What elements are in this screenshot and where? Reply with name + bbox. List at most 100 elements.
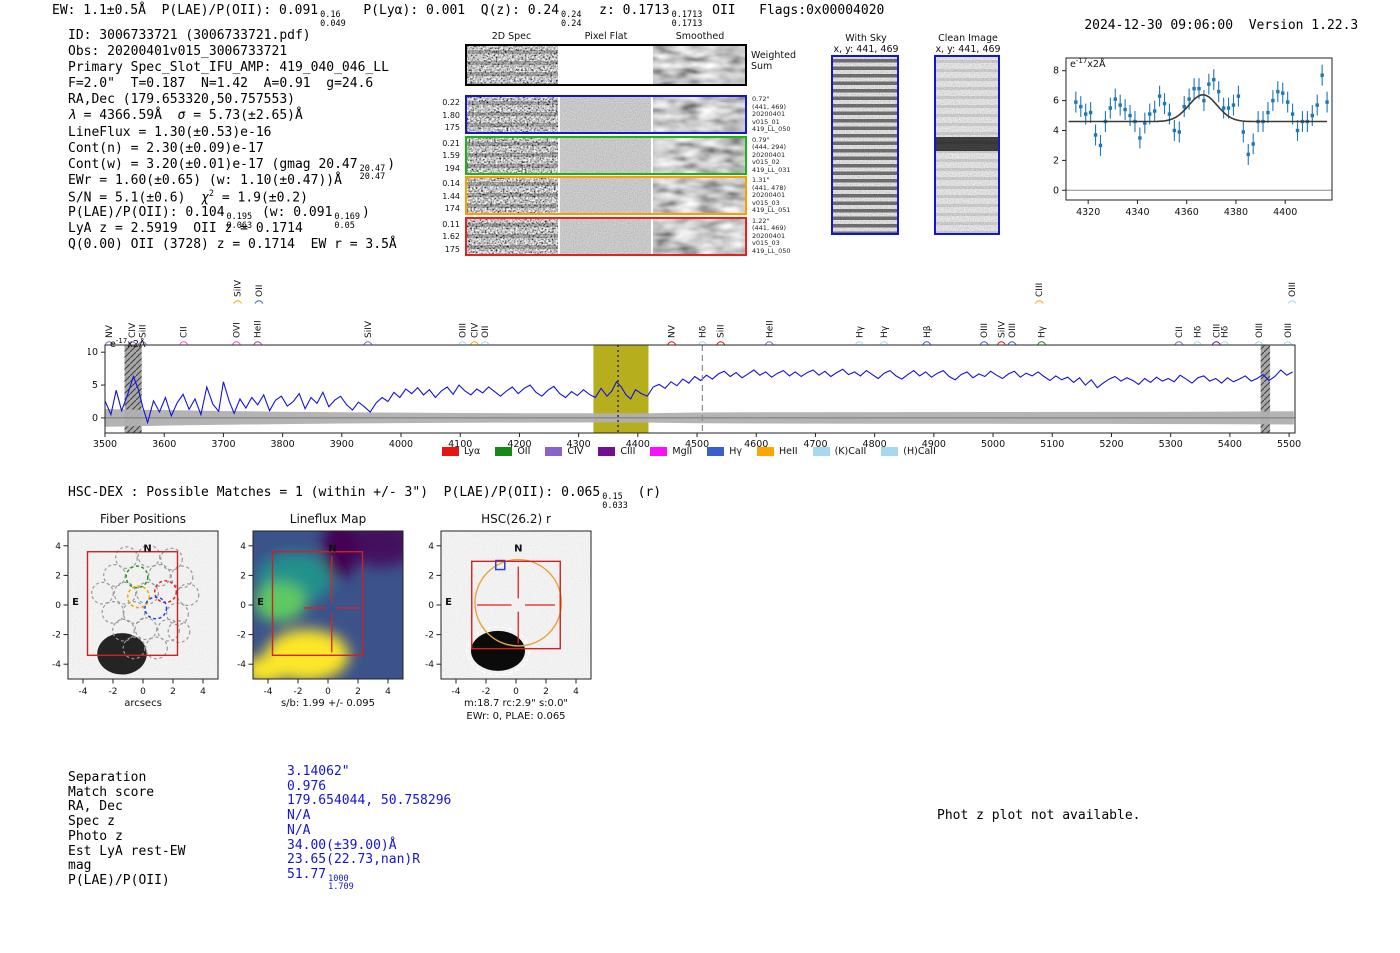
svg-text:SiIV: SiIV <box>364 320 374 338</box>
col-title-2dspec: 2D Spec <box>491 31 532 42</box>
info-line: LineFlux = 1.30(±0.53)e-16 <box>68 124 272 140</box>
emission-line-label: Hβ <box>922 325 933 345</box>
fiber-row-weights: 0.21 1.59 194 <box>442 138 460 173</box>
svg-text:5400: 5400 <box>1218 439 1242 450</box>
elixer-report-page: EW: 1.1±0.5Å P(LAE)/P(OII): 0.091 0.16 0.0… <box>0 0 1400 953</box>
emission-line-label: OIII <box>1283 323 1294 345</box>
svg-text:0: 0 <box>92 413 98 424</box>
spec2d-panel <box>467 137 558 173</box>
legend-item: CIV <box>545 446 583 457</box>
lineflux-map-title: Lineflux Map <box>289 512 367 526</box>
emission-line-label: SiIV <box>233 279 244 304</box>
emission-line-label: SiIV <box>996 320 1007 345</box>
fiber-row-info: 1.31" (441, 478) 20200401 v015_03 419_LL_051 <box>752 176 791 215</box>
svg-text:2: 2 <box>428 571 434 581</box>
summary-header: EW: 1.1±0.5Å P(LAE)/P(OII): 0.091 0.16 0.0… <box>52 3 885 29</box>
svg-text:0: 0 <box>240 601 246 611</box>
emission-line-label: HeII <box>253 320 264 345</box>
spec2d-panel <box>467 178 558 213</box>
legend-swatch <box>707 447 725 456</box>
withsky-title: With Sky x, y: 441, 469 <box>833 33 899 55</box>
pixelflat-panel <box>560 178 651 213</box>
svg-text:-4: -4 <box>264 687 273 697</box>
svg-text:5200: 5200 <box>1099 439 1123 450</box>
spec2d-panel <box>467 46 558 84</box>
fiber-row-weights: 0.11 1.62 175 <box>442 219 460 254</box>
svg-text:Hδ: Hδ <box>1221 325 1231 338</box>
emission-line-label: SiIV <box>363 320 374 345</box>
clean-image <box>934 55 1000 235</box>
svg-text:Hγ: Hγ <box>880 325 890 338</box>
svg-text:-2: -2 <box>109 687 118 697</box>
emission-line-label: CIII <box>1034 283 1045 304</box>
emission-line-label: OIII <box>1007 323 1018 345</box>
svg-text:4340: 4340 <box>1125 207 1149 218</box>
info-line: λ = 4366.59Å σ = 5.73(±2.65)Å <box>68 108 303 124</box>
svg-text:6: 6 <box>1053 96 1059 107</box>
legend-swatch <box>757 447 774 456</box>
svg-text:0: 0 <box>513 687 519 697</box>
fiber-row-info: 0.79" (444, 294) 20200401 v015_02 419_LL_031 <box>752 135 791 174</box>
emission-line-label: OIII <box>1254 323 1265 345</box>
emission-line-label: OII <box>254 285 265 304</box>
svg-text:-2: -2 <box>52 631 61 641</box>
info-line: P(LAE)/P(OII): 0.104 0.195 0.063 (w: 0.091… <box>68 205 370 231</box>
info-line: Cont(w) = 3.20(±0.01)e-17 (gmag 20.47 20.… <box>68 156 396 183</box>
fiber-row-info: 1.22" (441, 469) 20200401 v015_03 419_LL_050 <box>752 216 791 255</box>
fiber-positions-title: Fiber Positions <box>99 512 187 526</box>
svg-text:CII: CII <box>1175 326 1185 338</box>
fiber-row-strip <box>465 135 747 175</box>
legend-item: Lyα <box>442 446 480 457</box>
match-field-value: 23.65(22.73,nan)R <box>287 852 421 868</box>
pixelflat-panel <box>560 46 651 84</box>
svg-text:OIII: OIII <box>1284 323 1294 338</box>
svg-text:-2: -2 <box>482 687 491 697</box>
info-line: Q(0.00) OII (3728) z = 0.1714 EW r = 3.5… <box>68 237 397 253</box>
match-table-values: 3.14062" 0.976 179.654044, 50.758296 N/A N/A… <box>287 764 452 892</box>
match-field-label: Photo z <box>68 828 123 844</box>
svg-text:-4: -4 <box>79 687 88 697</box>
match-field-value: 179.654044, 50.758296 <box>287 793 452 809</box>
legend-swatch <box>881 447 899 456</box>
spec2d-panel <box>467 218 558 254</box>
svg-text:Hγ: Hγ <box>1038 325 1048 338</box>
match-field-value: N/A <box>287 822 311 838</box>
legend-item: CIII <box>598 446 635 457</box>
svg-text:CII: CII <box>180 326 190 338</box>
legend-swatch <box>545 447 563 456</box>
col-title-pixelflat: Pixel Flat <box>584 31 628 42</box>
info-line: S/N = 5.1(±0.6) χ2 = 1.9(±0.2) <box>68 188 308 206</box>
match-field-value: N/A <box>287 808 311 824</box>
svg-text:Hδ: Hδ <box>698 325 708 338</box>
legend-item: MgII <box>650 446 692 457</box>
emission-line-label: OIII <box>458 323 469 345</box>
info-line: EWr = 1.60(±0.65) (w: 1.10(±0.47))Å <box>68 172 342 188</box>
svg-text:SiIV: SiIV <box>997 320 1007 338</box>
svg-text:N: N <box>514 544 522 555</box>
svg-text:4360: 4360 <box>1175 207 1199 218</box>
info-line: Primary Spec_Slot_IFU_AMP: 419_040_046_L… <box>68 60 389 76</box>
emission-line-label: Hγ <box>1037 325 1048 345</box>
svg-text:0: 0 <box>140 687 146 697</box>
svg-text:SiII: SiII <box>717 324 727 338</box>
emission-line-label: CII <box>179 326 190 345</box>
emission-line-label: Hγ <box>879 325 890 345</box>
weighted-sum-strip <box>465 44 747 86</box>
svg-text:3700: 3700 <box>211 439 235 450</box>
smoothed-panel <box>653 46 745 84</box>
match-field-label: P(LAE)/P(OII) <box>68 872 170 888</box>
info-line: ID: 3006733721 (3006733721.pdf) <box>68 28 311 43</box>
col-title-smoothed: Smoothed <box>675 31 725 42</box>
match-field-value: 34.00(±39.00)Å <box>287 837 397 853</box>
svg-text:SiII: SiII <box>138 324 148 338</box>
hsc-dex-match-line: HSC-DEX : Possible Matches = 1 (within +… <box>68 485 662 511</box>
detection-info-block: ID: 3006733721 (3006733721.pdf) Obs: 2020… <box>68 28 397 253</box>
emission-line-legend: Lyα OII CIV CIII MgII Hγ HeII (K)CaII (H)CaII <box>442 446 936 457</box>
svg-text:arcsecs: arcsecs <box>124 698 162 709</box>
svg-text:4: 4 <box>55 542 61 552</box>
svg-text:EWr: 0, PLAE: 0.065: EWr: 0, PLAE: 0.065 <box>466 711 565 722</box>
fiber-row-strip <box>465 176 747 215</box>
svg-text:0: 0 <box>1053 185 1059 196</box>
legend-item: Hγ <box>707 446 742 457</box>
svg-text:4320: 4320 <box>1076 207 1100 218</box>
